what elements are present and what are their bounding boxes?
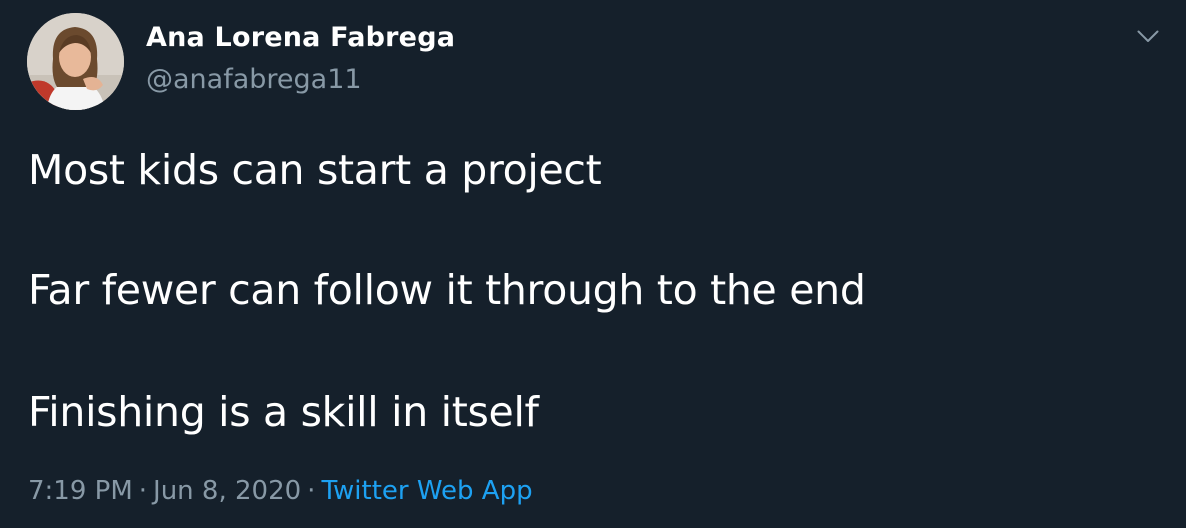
chevron-down-icon (1137, 30, 1159, 42)
user-handle[interactable]: @anafabrega11 (146, 64, 362, 95)
avatar-image (27, 13, 124, 110)
avatar[interactable] (27, 13, 124, 110)
more-options-button[interactable] (1128, 20, 1168, 52)
tweet-date[interactable]: Jun 8, 2020 (153, 476, 301, 506)
tweet-time[interactable]: 7:19 PM (28, 476, 133, 506)
tweet-card: Ana Lorena Fabrega @anafabrega11 Most ki… (0, 0, 1186, 528)
tweet-source-link[interactable]: Twitter Web App (321, 476, 532, 506)
tweet-text-line: Far fewer can follow it through to the e… (28, 266, 866, 314)
tweet-text-line: Most kids can start a project (28, 146, 602, 194)
tweet-meta: 7:19 PM · Jun 8, 2020 · Twitter Web App (28, 476, 533, 506)
display-name[interactable]: Ana Lorena Fabrega (146, 22, 455, 53)
tweet-text-line: Finishing is a skill in itself (28, 388, 539, 436)
meta-separator: · (307, 476, 316, 506)
meta-separator: · (138, 476, 148, 506)
